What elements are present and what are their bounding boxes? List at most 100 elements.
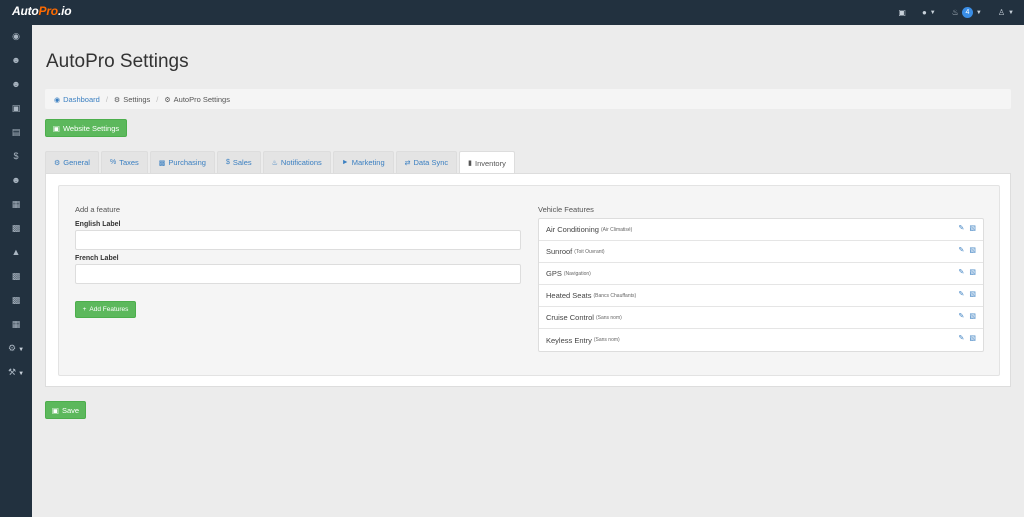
- pencil-icon[interactable]: ✎: [959, 246, 965, 254]
- english-label-caption: English Label: [75, 221, 121, 228]
- money-icon: ▩: [158, 159, 166, 167]
- plus-icon: +: [82, 306, 87, 313]
- gears-icon: ⚙: [164, 96, 171, 104]
- chevron-down-icon: ▼: [1008, 9, 1014, 16]
- pencil-icon[interactable]: ✎: [959, 312, 965, 320]
- pencil-icon[interactable]: ✎: [959, 268, 965, 276]
- sidebar-id-card-icon[interactable]: ▤: [0, 127, 32, 138]
- tab-label: Notifications: [280, 158, 322, 167]
- tab-purchasing[interactable]: ▩ Purchasing: [149, 151, 215, 173]
- vehicle-features-list: Air Conditioning (Air Climatisé) ✎ ▧ Sunr…: [538, 218, 984, 352]
- feature-french-name: (Toit Ouvrant): [574, 248, 605, 255]
- save-label: Save: [61, 405, 80, 415]
- brand-logo[interactable]: AutoPro.io: [12, 4, 72, 18]
- feature-name: Air Conditioning: [546, 225, 599, 234]
- tab-label: Data Sync: [413, 158, 449, 167]
- sidebar-users-icon[interactable]: ☻: [0, 55, 32, 65]
- list-item: GPS (Navigation) ✎ ▧: [539, 263, 983, 285]
- list-item: Heated Seats (Bancs Chauffants) ✎ ▧: [539, 285, 983, 307]
- trash-icon[interactable]: ▧: [969, 334, 976, 342]
- french-label-input[interactable]: [75, 264, 521, 284]
- list-item: Sunroof (Toit Ouvrant) ✎ ▧: [539, 241, 983, 263]
- save-button[interactable]: ▣ Save: [45, 401, 86, 419]
- tab-taxes[interactable]: % Taxes: [100, 151, 148, 173]
- tab-label: Marketing: [351, 158, 385, 167]
- sidebar-dollar-icon[interactable]: $: [0, 151, 32, 161]
- sidebar-money-icon[interactable]: ▩: [0, 223, 32, 234]
- user-nav-item[interactable]: ♙ ▼: [998, 8, 1014, 17]
- sidebar-users-icon[interactable]: ☻: [0, 175, 32, 185]
- tab-label: Sales: [232, 158, 252, 167]
- tab-notifications[interactable]: ♨ Notifications: [262, 151, 331, 173]
- chevron-down-icon: ▼: [18, 371, 25, 377]
- dashboard-icon: ◉: [54, 96, 61, 104]
- trash-icon[interactable]: ▧: [969, 312, 976, 320]
- chevron-down-icon: ▼: [929, 9, 936, 16]
- messages-nav-item[interactable]: ● ▼: [922, 8, 936, 17]
- desktop-icon: ▣: [898, 8, 906, 17]
- sidebar-table-icon[interactable]: ▦: [0, 319, 32, 330]
- website-settings-label: Website Settings: [62, 123, 120, 133]
- feature-name: Heated Seats: [546, 291, 592, 300]
- gear-icon: ⚙: [54, 159, 61, 167]
- feature-name: Keyless Entry: [546, 335, 592, 345]
- trash-icon[interactable]: ▧: [969, 268, 976, 276]
- chevron-down-icon: ▼: [18, 347, 25, 353]
- desktop-nav-item[interactable]: ▣: [898, 8, 906, 17]
- tab-label: Inventory: [474, 158, 506, 168]
- brand-text-auto: Auto: [12, 4, 39, 18]
- sidebar-calendar-icon[interactable]: ▦: [0, 199, 32, 210]
- notifications-badge: 4: [961, 7, 973, 18]
- breadcrumb-separator: /: [105, 94, 108, 104]
- breadcrumb-current-label: AutoPro Settings: [173, 94, 230, 104]
- add-feature-title: Add a feature: [75, 205, 121, 214]
- chevron-down-icon: ▼: [975, 9, 982, 16]
- sidebar-bank-icon[interactable]: ▲: [0, 247, 32, 257]
- sidebar-car-icon[interactable]: ▣: [0, 103, 32, 114]
- feature-french-name: (Air Climatisé): [600, 226, 633, 233]
- breadcrumb-dashboard[interactable]: ◉ Dashboard: [54, 95, 100, 104]
- pencil-icon[interactable]: ✎: [959, 290, 965, 298]
- top-navbar: AutoPro.io ▣ ● ▼ ♨ 4 ▼ ♙ ▼: [0, 0, 1024, 25]
- breadcrumb-dashboard-label: Dashboard: [63, 94, 100, 104]
- desktop-icon: ▣: [52, 123, 60, 133]
- brand-text-pro: Pro: [38, 4, 59, 18]
- tab-marketing[interactable]: ► Marketing: [332, 151, 394, 173]
- brand-text-io: .io: [57, 4, 72, 18]
- sidebar-gear-icon[interactable]: ⚙ ▼: [0, 343, 32, 354]
- trash-icon[interactable]: ▧: [969, 246, 976, 254]
- tab-data-sync[interactable]: ⇄ Data Sync: [395, 151, 458, 173]
- bell-icon: ♨: [271, 159, 278, 167]
- floppy-icon: ▣: [51, 405, 59, 415]
- tab-label: General: [63, 158, 90, 167]
- website-settings-button[interactable]: ▣ Website Settings: [45, 119, 127, 137]
- sidebar-bar-chart-icon[interactable]: ▩: [0, 295, 32, 306]
- breadcrumb-settings-label: Settings: [123, 94, 151, 104]
- sidebar-dashboard-icon[interactable]: ◉: [0, 31, 32, 42]
- feature-name: GPS: [546, 269, 562, 278]
- add-features-button[interactable]: + Add Features: [75, 301, 136, 318]
- vehicle-features-title: Vehicle Features: [538, 205, 594, 214]
- tab-inventory[interactable]: ▮ Inventory: [459, 151, 515, 174]
- inventory-panel: Add a feature English Label French Label…: [45, 173, 1011, 387]
- tab-general[interactable]: ⚙ General: [45, 151, 99, 173]
- notifications-nav-item[interactable]: ♨ 4 ▼: [952, 7, 982, 18]
- add-features-label: Add Features: [89, 306, 129, 313]
- sidebar-users-icon[interactable]: ☻: [0, 79, 32, 89]
- percent-icon: %: [109, 159, 117, 166]
- tab-sales[interactable]: $ Sales: [216, 151, 261, 173]
- english-label-input[interactable]: [75, 230, 521, 250]
- pencil-icon[interactable]: ✎: [959, 334, 965, 342]
- breadcrumb-settings[interactable]: ⚙ Settings: [114, 95, 150, 104]
- sidebar-wrench-icon[interactable]: ⚒ ▼: [0, 367, 32, 378]
- feature-french-name: (Bancs Chauffants): [593, 292, 637, 299]
- bullhorn-icon: ►: [341, 159, 349, 166]
- feature-french-name: (Sans nom): [595, 314, 622, 321]
- trash-icon[interactable]: ▧: [969, 224, 976, 232]
- pencil-icon[interactable]: ✎: [959, 224, 965, 232]
- random-icon: ⇄: [404, 159, 411, 167]
- tab-label: Taxes: [119, 158, 139, 167]
- trash-icon[interactable]: ▧: [969, 290, 976, 298]
- sidebar-money-icon[interactable]: ▩: [0, 271, 32, 282]
- comments-icon: ●: [921, 8, 927, 17]
